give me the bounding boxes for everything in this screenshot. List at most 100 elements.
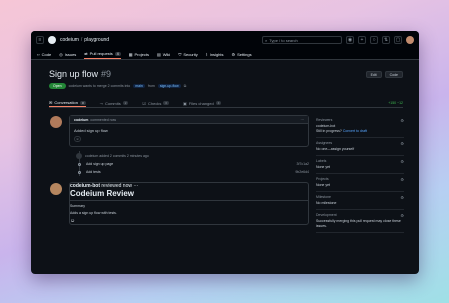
- graph-icon: ⌇: [205, 52, 208, 57]
- tab-checks[interactable]: ☑ Checks 0: [142, 99, 170, 107]
- code-button[interactable]: Code: [384, 71, 403, 78]
- pr-description-comment: codeium commented now ··· Added sign up …: [50, 115, 309, 147]
- issue-icon: ◎: [59, 52, 63, 57]
- commit-message[interactable]: Add sign up page: [86, 162, 297, 166]
- pr-sidebar: Reviewers codeium-bot Still in progress?…: [316, 115, 404, 233]
- tab-conversation[interactable]: ✉ Conversation 3: [49, 99, 86, 107]
- pr-meta: Open codeium wants to merge 2 commits in…: [49, 83, 186, 89]
- comment-author[interactable]: codeium: [74, 118, 88, 122]
- code-icon: ‹›: [37, 52, 40, 57]
- search-icon: ⌕: [265, 37, 268, 43]
- sidebar-value: No milestone: [316, 201, 337, 205]
- sidebar-title: Development: [316, 213, 337, 217]
- tab-code[interactable]: ‹› Code: [37, 52, 51, 59]
- from-label: from: [147, 84, 155, 88]
- timeline: codeium added 2 commits 2 minutes ago Ad…: [76, 151, 309, 176]
- user-avatar[interactable]: [406, 36, 414, 44]
- review-body: Codeium Review Summary Adds a sign up fl…: [70, 189, 308, 224]
- commit-dot-icon: [78, 162, 81, 166]
- tab-settings[interactable]: ⚙ Settings: [232, 52, 252, 59]
- tab-projects[interactable]: ▦ Projects: [129, 52, 149, 59]
- pull-request-count: 4: [114, 51, 121, 56]
- tab-wiki[interactable]: ▤ Wiki: [157, 52, 170, 59]
- base-branch[interactable]: main: [133, 84, 145, 88]
- gear-icon[interactable]: ⚙: [400, 141, 404, 146]
- sidebar-title: Assignees: [316, 141, 333, 145]
- commit-sha[interactable]: 9b2e6d4: [295, 170, 309, 174]
- shield-icon: ⛉: [178, 52, 182, 57]
- review-heading: Codeium Review: [70, 189, 308, 201]
- sidebar-reviewers[interactable]: Reviewers codeium-bot Still in progress?…: [316, 115, 404, 138]
- add-reaction-icon[interactable]: ☺: [74, 136, 81, 142]
- gear-icon[interactable]: ⚙: [400, 195, 404, 200]
- tab-files-changed[interactable]: ▣ Files changed 4: [183, 99, 222, 107]
- gear-icon[interactable]: ⚙: [400, 159, 404, 164]
- create-new-icon[interactable]: +: [358, 36, 366, 44]
- pull-request-icon: ⇄: [84, 51, 88, 56]
- commit-sha[interactable]: 3f7c1a2: [297, 162, 309, 166]
- browser-window: ≡ codeium / playground ⌕ Type / to search …: [31, 31, 419, 274]
- github-logo-icon[interactable]: [48, 36, 56, 44]
- tab-security[interactable]: ⛉ Security: [178, 52, 197, 59]
- add-reaction-icon[interactable]: ☺: [70, 218, 308, 224]
- top-bar: ≡ codeium / playground ⌕ Type / to search …: [31, 31, 419, 49]
- issues-icon[interactable]: ○: [370, 36, 378, 44]
- pr-title-row: Sign up flow #9: [49, 69, 111, 79]
- tab-commits[interactable]: ⊸ Commits 2: [100, 99, 129, 107]
- sidebar-labels[interactable]: Labels None yet ⚙: [316, 156, 404, 174]
- sidebar-title: Labels: [316, 159, 327, 163]
- more-options-icon[interactable]: ···: [301, 118, 305, 122]
- review-subheading: Summary: [70, 204, 85, 208]
- sidebar-value: Successfully merging this pull request m…: [316, 219, 401, 228]
- repo-path: codeium / playground: [60, 37, 110, 43]
- comment-body: Added sign up flow ☺: [70, 124, 308, 146]
- copy-icon[interactable]: ⧉: [184, 84, 187, 88]
- convert-to-draft-link[interactable]: Convert to draft: [343, 129, 367, 133]
- review-comment: codeium-bot reviewed now ··· Codeium Rev…: [50, 182, 309, 225]
- commit-dot-icon: [78, 170, 81, 174]
- tab-issues[interactable]: ◎ Issues: [59, 52, 76, 59]
- sidebar-extra: Still in progress? Convert to draft: [316, 129, 367, 133]
- sidebar-assignees[interactable]: Assignees No one—assign yourself ⚙: [316, 138, 404, 156]
- tab-pull-requests[interactable]: ⇄ Pull requests 4: [84, 51, 121, 59]
- repo-link[interactable]: playground: [84, 37, 109, 43]
- tab-insights[interactable]: ⌇ Insights: [206, 52, 224, 59]
- gear-icon[interactable]: ⚙: [400, 118, 404, 123]
- sidebar-value: None yet: [316, 165, 331, 169]
- repo-tabs: ‹› Code ◎ Issues ⇄ Pull requests 4 ▦ Projects…: [31, 49, 419, 60]
- pr-number: #9: [101, 69, 112, 79]
- pull-requests-icon[interactable]: ⇅: [382, 36, 390, 44]
- owner-link[interactable]: codeium: [60, 37, 79, 43]
- inbox-icon[interactable]: ▢: [394, 36, 402, 44]
- more-options-icon[interactable]: ···: [133, 183, 138, 189]
- commit-icon: ⊸: [99, 100, 103, 106]
- gear-icon[interactable]: ⚙: [400, 213, 404, 218]
- menu-icon[interactable]: ≡: [36, 36, 44, 44]
- search-placeholder: Type / to search: [269, 37, 298, 43]
- avatar[interactable]: [50, 183, 62, 195]
- sidebar-title: Milestone: [316, 195, 331, 199]
- sidebar-milestone[interactable]: Milestone No milestone ⚙: [316, 192, 404, 210]
- commit-message[interactable]: Add tests: [86, 170, 295, 174]
- review-text: Adds a sign up flow with tests.: [70, 211, 117, 215]
- edit-button[interactable]: Edit: [365, 71, 382, 78]
- title-actions: Edit Code: [365, 71, 403, 78]
- head-branch[interactable]: sign-up-flow: [157, 84, 181, 88]
- comment-meta: commented now: [90, 117, 117, 122]
- sidebar-projects[interactable]: Projects None yet ⚙: [316, 174, 404, 192]
- conversation-icon: ✉: [49, 100, 53, 105]
- gear-icon[interactable]: ⚙: [400, 177, 404, 182]
- avatar[interactable]: [50, 116, 62, 128]
- search-input[interactable]: ⌕ Type / to search: [262, 36, 342, 44]
- gear-icon: ⚙: [231, 52, 236, 57]
- sidebar-development[interactable]: Development Successfully merging this pu…: [316, 210, 404, 233]
- copilot-icon[interactable]: ◉: [346, 36, 354, 44]
- file-diff-icon: ▣: [183, 100, 187, 106]
- commit-row[interactable]: Add sign up page 3f7c1a2: [78, 160, 309, 168]
- sidebar-title: Projects: [316, 177, 329, 181]
- sidebar-value: No one—assign yourself: [316, 147, 355, 151]
- wiki-icon: ▤: [156, 52, 161, 57]
- commit-row[interactable]: Add tests 9b2e6d4: [78, 168, 309, 176]
- diffstat: +150 −12: [388, 101, 403, 105]
- pr-summary: codeium wants to merge 2 commits into: [68, 84, 131, 88]
